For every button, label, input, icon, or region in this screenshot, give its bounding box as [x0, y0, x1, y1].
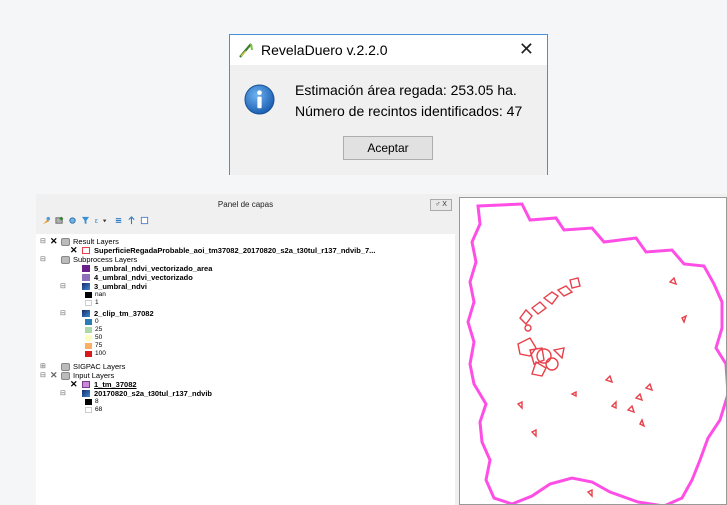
accept-button[interactable]: Aceptar — [343, 136, 433, 160]
raster-symbol-icon — [82, 283, 90, 290]
legend-swatch-25 — [85, 327, 92, 333]
input-layers-group[interactable]: Input Layers — [73, 371, 114, 380]
layer-ndvib-raster[interactable]: 20170820_s2a_t30tul_r137_ndvib — [94, 389, 212, 398]
layer-tree: ⊟ ✕ Result Layers ✕ SuperficieRegadaProb… — [36, 234, 455, 505]
expand-layer-3-icon[interactable]: ⊟ — [60, 282, 66, 291]
polygon-symbol-icon — [82, 247, 90, 254]
result-layer-superficie[interactable]: SuperficieRegadaProbable_aoi_tm37082_201… — [94, 246, 375, 255]
lilac-fill-symbol-icon — [82, 274, 90, 281]
filter-expression-icon[interactable]: ε — [94, 216, 109, 225]
expand-all-icon[interactable] — [114, 216, 123, 225]
purple-fill-symbol-icon — [82, 265, 90, 272]
raster-symbol-icon — [82, 310, 90, 317]
layers-panel: Panel de capas ♂ X ε ⊟ ✕ Result Layers ✕… — [36, 194, 455, 505]
legend-swatch-1 — [85, 300, 92, 306]
layer-5-umbral-area[interactable]: 5_umbral_ndvi_vectorizado_area — [94, 264, 212, 273]
group-icon — [61, 238, 70, 246]
group-icon — [61, 256, 70, 264]
close-icon[interactable]: ✕ — [519, 39, 534, 59]
filter-legend-icon[interactable] — [81, 216, 90, 225]
expand-subprocess-group-icon[interactable]: ⊟ — [40, 255, 46, 264]
dialog-body: Estimación área regada: 253.05 ha. Númer… — [230, 65, 547, 175]
layer-4-umbral-vectorizado[interactable]: 4_umbral_ndvi_vectorizado — [94, 273, 193, 282]
legend-swatch-0 — [85, 319, 92, 325]
result-layer-checkbox[interactable]: ✕ — [70, 246, 78, 255]
irrigated-area-message: Estimación área regada: 253.05 ha. — [295, 82, 517, 98]
legend-swatch-68 — [85, 407, 92, 413]
sigpac-layers-group[interactable]: SIGPAC Layers — [73, 362, 125, 371]
legend-swatch-nan — [85, 292, 92, 298]
map-drawing — [466, 202, 726, 504]
legend-swatch-50 — [85, 335, 92, 341]
input-group-checkbox[interactable]: ✕ — [50, 371, 58, 380]
legend-label-1: 1 — [95, 299, 99, 306]
result-group-checkbox[interactable]: ✕ — [50, 237, 58, 246]
expand-layer-2-icon[interactable]: ⊟ — [60, 309, 66, 318]
remove-layer-icon[interactable] — [140, 216, 149, 225]
parcel-count-message: Número de recintos identificados: 47 — [295, 103, 523, 119]
svg-text:ε: ε — [95, 216, 99, 225]
legend-label-nan: nan — [95, 291, 106, 298]
polygon-symbol-icon — [82, 381, 90, 388]
layer-2-clip-tm[interactable]: 2_clip_tm_37082 — [94, 309, 154, 318]
legend-label-0: 0 — [95, 318, 99, 325]
legend-swatch-100 — [85, 351, 92, 357]
legend-label-100: 100 — [95, 350, 106, 357]
legend-swatch-75 — [85, 343, 92, 349]
expand-sigpac-group-icon[interactable]: ⊞ — [40, 362, 46, 371]
legend-label-75: 75 — [95, 342, 103, 349]
collapse-all-icon[interactable] — [127, 216, 136, 225]
expand-input-group-icon[interactable]: ⊟ — [40, 371, 46, 380]
legend-swatch-8 — [85, 399, 92, 405]
qgis-window: Panel de capas ♂ X ε ⊟ ✕ Result Layers ✕… — [36, 194, 727, 505]
reveladuero-logo-icon — [239, 43, 253, 58]
irrigated-parcels — [516, 276, 688, 498]
expand-result-group-icon[interactable]: ⊟ — [40, 237, 46, 246]
open-layer-styling-icon[interactable] — [42, 216, 51, 225]
raster-symbol-icon — [82, 390, 90, 397]
result-layers-group[interactable]: Result Layers — [73, 237, 119, 246]
add-group-icon[interactable] — [55, 216, 64, 225]
message-dialog: RevelaDuero v.2.2.0 ✕ Estimación área re… — [229, 34, 548, 175]
panel-title: Panel de capas — [217, 200, 274, 209]
info-icon — [244, 84, 275, 115]
expand-ndvib-layer-icon[interactable]: ⊟ — [60, 389, 66, 398]
municipality-boundary — [466, 202, 726, 504]
dialog-title-bar: RevelaDuero v.2.2.0 ✕ — [230, 35, 547, 65]
legend-label-25: 25 — [95, 326, 103, 333]
legend-label-68: 68 — [95, 406, 103, 413]
panel-float-close-buttons[interactable]: ♂ X — [430, 199, 452, 211]
dialog-title: RevelaDuero v.2.2.0 — [261, 42, 388, 58]
group-icon — [61, 363, 70, 371]
tm-layer-checkbox[interactable]: ✕ — [70, 380, 78, 389]
manage-themes-icon[interactable] — [68, 216, 77, 225]
legend-label-8: 8 — [95, 398, 99, 405]
layer-1-tm-37082[interactable]: 1_tm_37082 — [94, 380, 137, 389]
layer-3-umbral-ndvi[interactable]: 3_umbral_ndvi — [94, 282, 147, 291]
group-icon — [61, 372, 70, 380]
legend-label-50: 50 — [95, 334, 103, 341]
map-canvas[interactable] — [459, 197, 727, 505]
subprocess-layers-group[interactable]: Subprocess Layers — [73, 255, 137, 264]
